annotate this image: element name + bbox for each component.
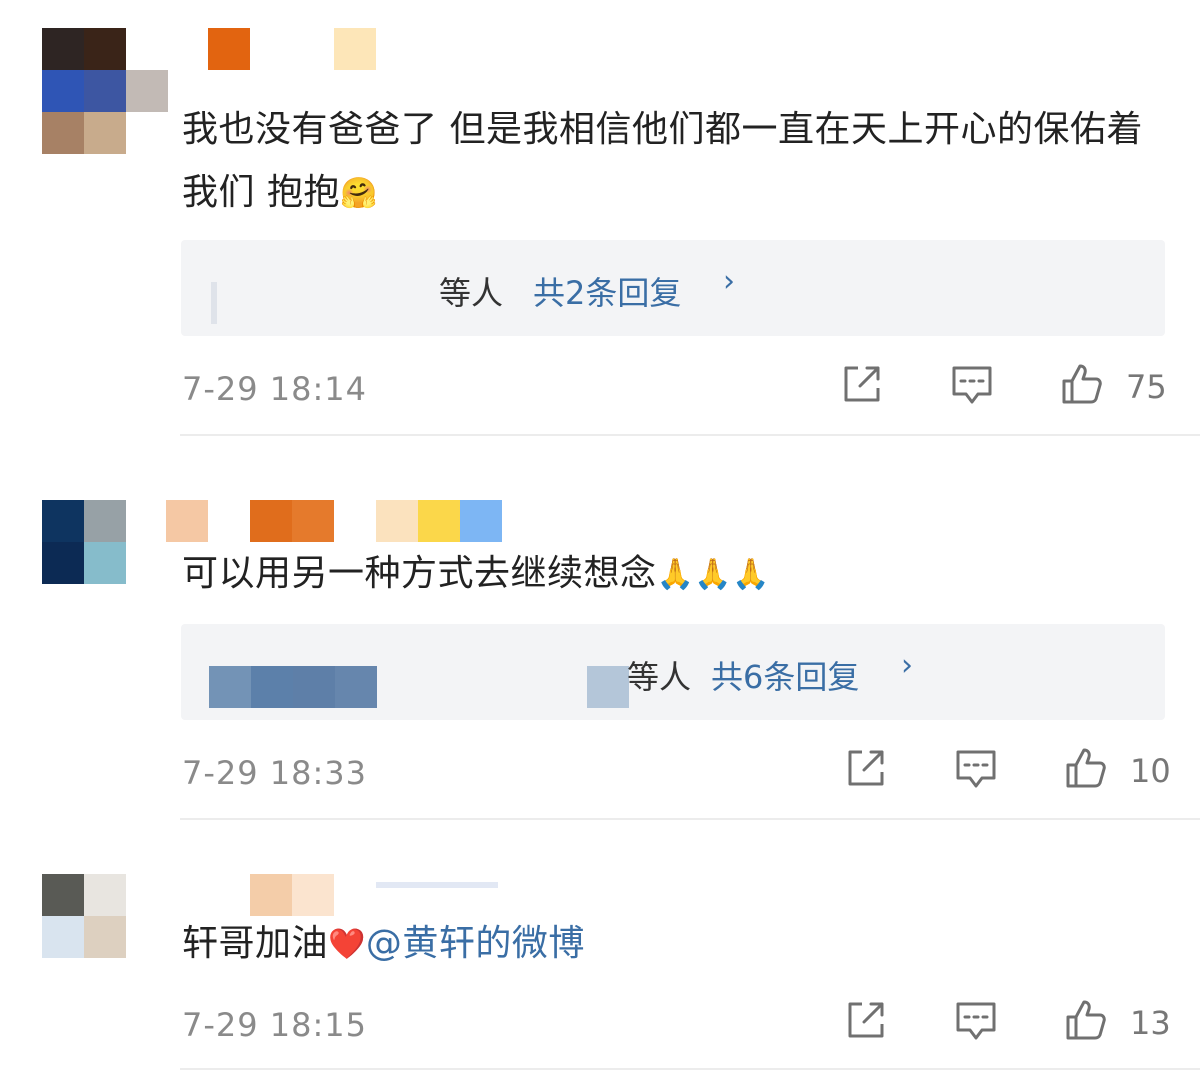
comment-icon[interactable] (950, 362, 994, 406)
share-icon[interactable] (844, 746, 888, 790)
reply-usernames-redacted (209, 666, 629, 708)
timestamp: 7-29 18:33 (182, 754, 368, 792)
comment-meta: 7-29 18:33 10 (182, 746, 1172, 796)
thumbs-up-icon[interactable] (1064, 998, 1108, 1042)
comment-text-content: 轩哥加油 (182, 923, 329, 964)
comment-icon[interactable] (954, 746, 998, 790)
chevron-right-icon: › (901, 648, 913, 683)
comment-meta: 7-29 18:15 13 (182, 998, 1172, 1048)
hug-emoji-icon: 🤗 (339, 176, 378, 211)
avatar[interactable] (42, 874, 126, 958)
red-heart-emoji-icon: ❤️ (328, 927, 366, 962)
reply-count-link[interactable]: 共2条回复 (533, 268, 681, 314)
timestamp: 7-29 18:15 (182, 1006, 368, 1044)
username-redacted[interactable] (166, 500, 502, 542)
comment-text-content: 可以用另一种方式去继续想念 (182, 553, 657, 594)
reply-suffix: 等人 (439, 274, 504, 312)
like-count: 75 (1126, 368, 1167, 406)
timestamp: 7-29 18:14 (182, 370, 368, 408)
avatar[interactable] (42, 28, 168, 154)
comment-icon[interactable] (954, 998, 998, 1042)
share-icon[interactable] (844, 998, 888, 1042)
comment-text-content: 我也没有爸爸了 但是我相信他们都一直在天上开心的保佑着我们 抱抱 (182, 109, 1143, 213)
reply-preview[interactable]: 等人 共6条回复 › (181, 624, 1165, 720)
like-count: 13 (1130, 1004, 1171, 1042)
mention-link[interactable]: @黄轩的微博 (366, 923, 585, 964)
reply-count-link[interactable]: 共6条回复 (711, 652, 859, 698)
divider (180, 434, 1200, 436)
thumbs-up-icon[interactable] (1064, 746, 1108, 790)
reply-suffix: 等人 (627, 658, 692, 696)
comment-item: 轩哥加油❤️@黄轩的微博 7-29 18:15 13 (0, 874, 1200, 1074)
folded-hands-emoji-icon: 🙏🙏🙏 (656, 557, 771, 592)
comment-text: 可以用另一种方式去继续想念🙏🙏🙏 (182, 542, 1172, 605)
comment-item: 可以用另一种方式去继续想念🙏🙏🙏 等人 共6条回复 › 7-29 18:33 1… (0, 500, 1200, 820)
divider (180, 1068, 1200, 1070)
like-count: 10 (1130, 752, 1171, 790)
reply-usernames-redacted (211, 282, 217, 324)
comment-item: 我也没有爸爸了 但是我相信他们都一直在天上开心的保佑着我们 抱抱🤗 等人 共2条… (0, 28, 1200, 438)
share-icon[interactable] (840, 362, 884, 406)
chevron-right-icon: › (723, 264, 735, 299)
reply-preview[interactable]: 等人 共2条回复 › (181, 240, 1165, 336)
comment-meta: 7-29 18:14 75 (182, 362, 1172, 412)
avatar[interactable] (42, 500, 126, 584)
username-redacted[interactable] (166, 28, 376, 70)
comment-text: 轩哥加油❤️@黄轩的微博 (182, 912, 1172, 975)
divider (180, 818, 1200, 820)
thumbs-up-icon[interactable] (1060, 362, 1104, 406)
username-redacted[interactable] (250, 874, 498, 916)
comment-text: 我也没有爸爸了 但是我相信他们都一直在天上开心的保佑着我们 抱抱🤗 (182, 98, 1172, 224)
